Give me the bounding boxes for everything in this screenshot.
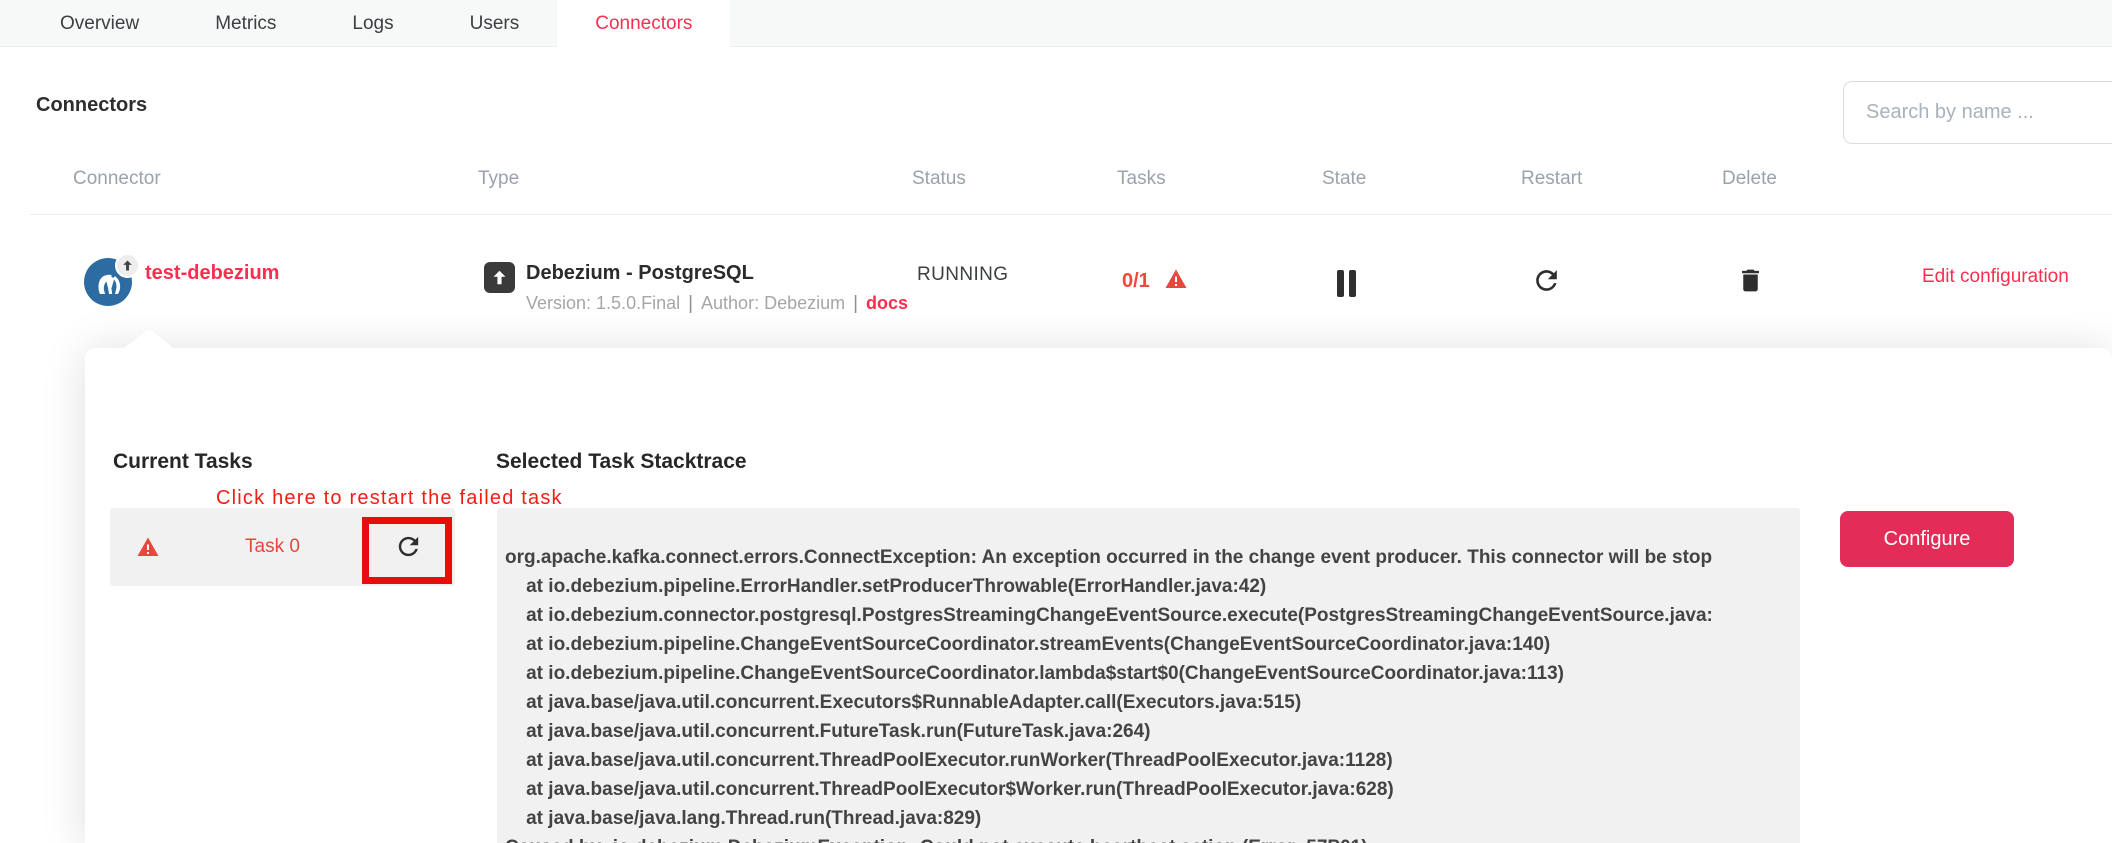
annotation-text: Click here to restart the failed task	[216, 487, 563, 510]
stacktrace-line: at java.base/java.util.concurrent.Future…	[505, 717, 1790, 746]
arrow-up-icon	[490, 268, 509, 287]
arrow-up-icon	[120, 258, 135, 273]
annotation-highlight-box	[362, 517, 452, 584]
current-tasks-title: Current Tasks	[113, 450, 253, 474]
tab-users[interactable]: Users	[432, 0, 558, 48]
connector-logo	[84, 258, 132, 306]
connector-version: Version: 1.5.0.Final	[526, 293, 680, 313]
connector-details-card: Current Tasks Selected Task Stacktrace C…	[85, 348, 2112, 843]
stacktrace-line: org.apache.kafka.connect.errors.ConnectE…	[505, 543, 1790, 572]
card-caret	[123, 329, 175, 349]
docs-link[interactable]: docs	[866, 293, 908, 313]
tasks-warning-icon	[1163, 267, 1189, 291]
stacktrace-line: at java.base/java.util.concurrent.Thread…	[505, 775, 1790, 804]
tab-logs[interactable]: Logs	[314, 0, 431, 48]
connector-name-link[interactable]: test-debezium	[145, 262, 279, 285]
configure-button[interactable]: Configure	[1840, 511, 2014, 567]
tasks-count: 0/1	[1122, 270, 1150, 293]
column-header-delete: Delete	[1722, 168, 1777, 190]
meta-separator: |	[845, 293, 866, 314]
connectors-page: Overview Metrics Logs Users Connectors C…	[0, 0, 2112, 843]
edit-configuration-link[interactable]: Edit configuration	[1922, 266, 2069, 288]
stacktrace-title: Selected Task Stacktrace	[496, 450, 747, 474]
column-header-type: Type	[478, 168, 519, 190]
search-input[interactable]	[1843, 81, 2112, 144]
stacktrace-line: at java.base/java.lang.Thread.run(Thread…	[505, 804, 1790, 833]
stacktrace-line: at io.debezium.pipeline.ChangeEventSourc…	[505, 630, 1790, 659]
stacktrace-line: at io.debezium.pipeline.ChangeEventSourc…	[505, 659, 1790, 688]
connector-author: Author: Debezium	[701, 293, 845, 313]
stacktrace-line: at java.base/java.util.concurrent.Thread…	[505, 746, 1790, 775]
column-header-tasks: Tasks	[1117, 168, 1166, 190]
stacktrace-line: at io.debezium.pipeline.ErrorHandler.set…	[505, 572, 1790, 601]
tab-overview[interactable]: Overview	[22, 0, 177, 48]
source-connector-icon	[484, 262, 515, 293]
stacktrace-line: Caused by: io.debezium.DebeziumException…	[505, 833, 1790, 843]
connector-type-meta: Version: 1.5.0.Final|Author: Debezium|do…	[526, 293, 908, 315]
pause-state-button[interactable]	[1337, 270, 1356, 297]
tab-metrics[interactable]: Metrics	[177, 0, 314, 48]
stacktrace-line: at java.base/java.util.concurrent.Execut…	[505, 688, 1790, 717]
restart-connector-icon[interactable]	[1531, 265, 1562, 296]
column-header-restart: Restart	[1521, 168, 1582, 190]
task-label: Task 0	[245, 536, 300, 558]
page-title: Connectors	[36, 94, 147, 117]
task-warning-icon	[135, 535, 161, 559]
status-value: RUNNING	[917, 264, 1008, 286]
column-header-connector: Connector	[73, 168, 161, 190]
column-header-status: Status	[912, 168, 966, 190]
top-nav: Overview Metrics Logs Users Connectors	[0, 0, 2112, 47]
tab-connectors[interactable]: Connectors	[557, 0, 730, 48]
connector-type-name: Debezium - PostgreSQL	[526, 262, 754, 285]
delete-connector-icon[interactable]	[1736, 266, 1765, 295]
table-header-divider	[30, 214, 2112, 215]
stacktrace-line: at io.debezium.connector.postgresql.Post…	[505, 601, 1790, 630]
meta-separator: |	[680, 293, 701, 314]
stacktrace-panel: org.apache.kafka.connect.errors.ConnectE…	[497, 508, 1800, 843]
connector-upload-badge	[115, 253, 140, 278]
pause-bar	[1337, 270, 1344, 297]
column-header-state: State	[1322, 168, 1366, 190]
pause-bar	[1349, 270, 1356, 297]
